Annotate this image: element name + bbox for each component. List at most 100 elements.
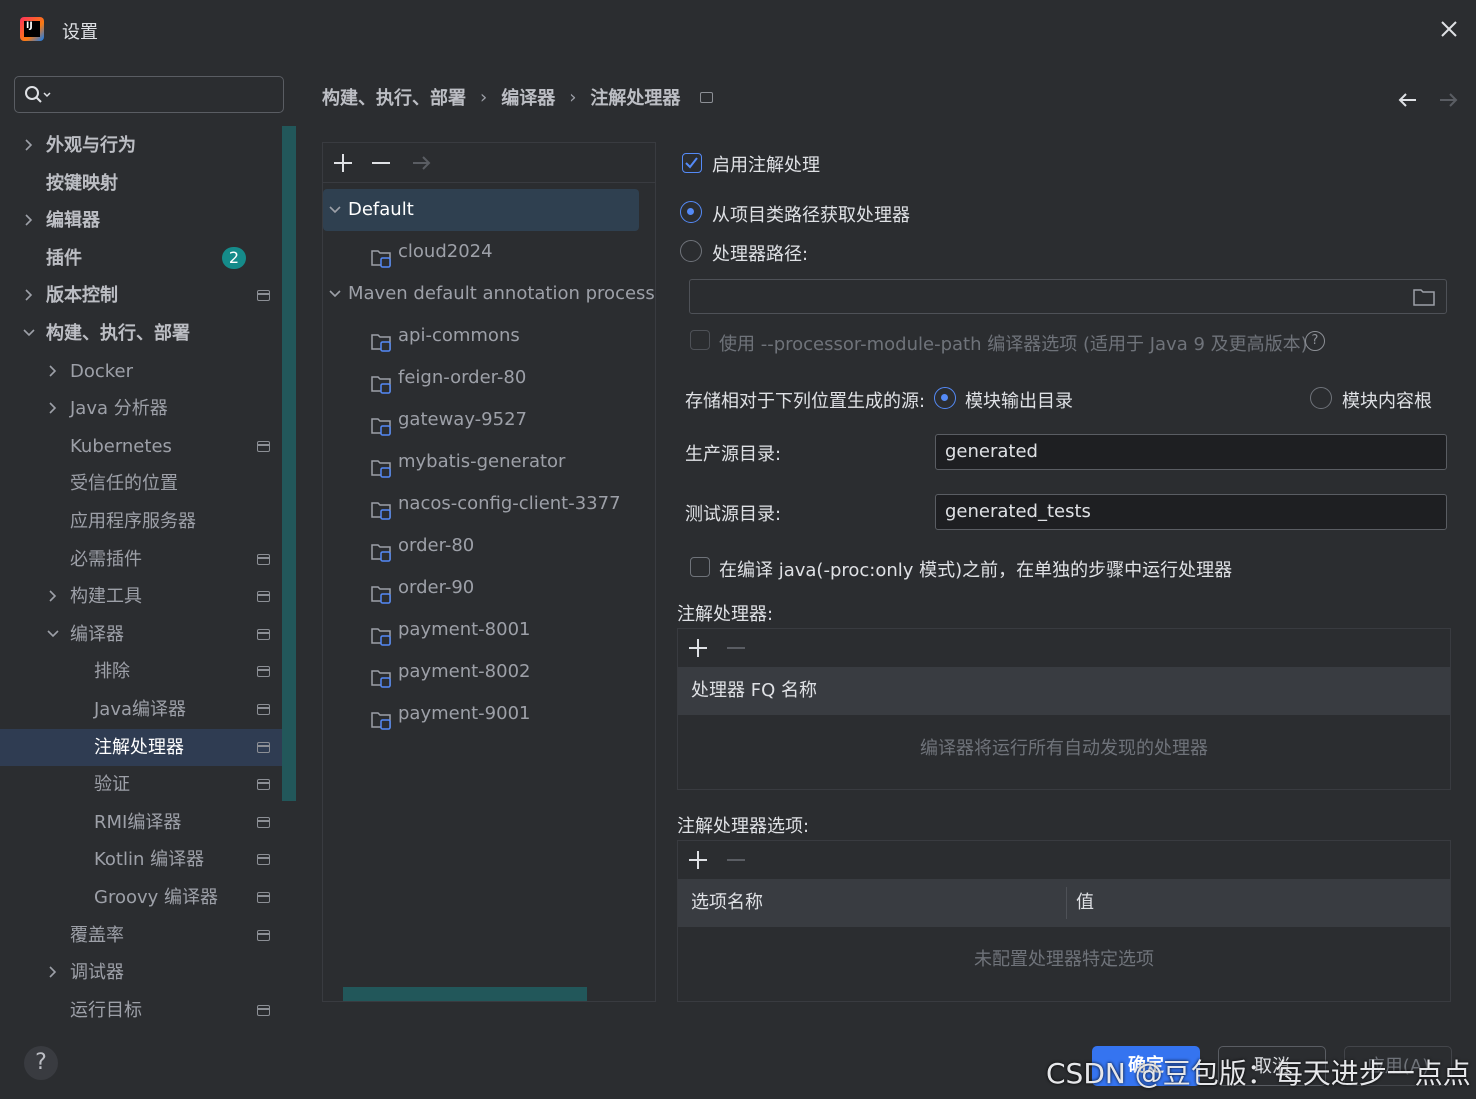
profile-label: Default xyxy=(348,199,414,220)
module-row[interactable]: api-commons xyxy=(323,315,655,357)
help-button[interactable]: ? xyxy=(24,1046,58,1080)
sidebar-scrollbar[interactable] xyxy=(282,126,296,801)
sidebar-item-label: Kotlin 编译器 xyxy=(94,849,205,870)
sidebar-item-label: Docker xyxy=(70,361,134,382)
module-row[interactable]: payment-8001 xyxy=(323,609,655,651)
store-relative-label: 存储相对于下列位置生成的源: xyxy=(685,391,926,412)
processor-path-radio[interactable] xyxy=(680,240,702,262)
pin-icon xyxy=(257,704,270,715)
module-row[interactable]: cloud2024 xyxy=(323,231,655,273)
sidebar-item[interactable]: Java编译器 xyxy=(0,691,296,728)
sidebar-item[interactable]: 调试器 xyxy=(0,954,296,991)
processors-empty-text: 编译器将运行所有自动发现的处理器 xyxy=(920,738,1208,759)
breadcrumb-item[interactable]: 构建、执行、部署 xyxy=(322,84,466,110)
module-output-radio[interactable] xyxy=(934,387,956,409)
module-row[interactable]: order-80 xyxy=(323,525,655,567)
profile-group-row[interactable]: Default xyxy=(323,189,655,231)
sidebar-item[interactable]: 编辑器 xyxy=(0,202,296,239)
sidebar-item[interactable]: 构建工具 xyxy=(0,578,296,615)
search-input[interactable] xyxy=(14,76,284,113)
pin-icon xyxy=(257,817,270,828)
module-label: order-80 xyxy=(398,535,475,556)
arrow-left-icon[interactable] xyxy=(1396,88,1420,117)
module-row[interactable]: nacos-config-client-3377 xyxy=(323,483,655,525)
move-arrow-icon[interactable] xyxy=(409,151,433,175)
module-label: cloud2024 xyxy=(398,241,493,262)
sidebar-item[interactable]: 注解处理器 xyxy=(0,729,296,766)
module-row[interactable]: gateway-9527 xyxy=(323,399,655,441)
profiles-tree: Default cloud2024 Maven default annotation… xyxy=(323,189,656,989)
column-divider[interactable] xyxy=(1066,887,1067,919)
sidebar-item[interactable]: Groovy 编译器 xyxy=(0,879,296,916)
plus-icon[interactable] xyxy=(686,848,710,872)
sidebar-item-label: 注解处理器 xyxy=(94,737,184,758)
pin-icon xyxy=(257,930,270,941)
sidebar-item[interactable]: 排除 xyxy=(0,653,296,690)
column-header[interactable]: 值 xyxy=(1076,879,1094,927)
column-header[interactable]: 处理器 FQ 名称 xyxy=(691,667,817,715)
breadcrumb: 构建、执行、部署 › 编译器 › 注解处理器 xyxy=(322,84,714,110)
close-icon[interactable] xyxy=(1436,16,1462,42)
sidebar-item[interactable]: 按键映射 xyxy=(0,165,296,202)
column-header[interactable]: 选项名称 xyxy=(691,879,763,927)
sidebar-item-label: 插件 xyxy=(46,248,82,269)
plus-icon[interactable] xyxy=(686,636,710,660)
module-row[interactable]: payment-9001 xyxy=(323,693,655,735)
prod-dir-field[interactable]: generated xyxy=(935,434,1447,470)
module-label: api-commons xyxy=(398,325,520,346)
module-row[interactable]: mybatis-generator xyxy=(323,441,655,483)
enable-processing-checkbox[interactable] xyxy=(682,153,702,173)
minus-icon[interactable] xyxy=(724,636,748,660)
pin-icon xyxy=(257,1005,270,1016)
sidebar-item[interactable]: RMI编译器 xyxy=(0,804,296,841)
sidebar-item[interactable]: 运行目标 xyxy=(0,992,296,1029)
plus-icon[interactable] xyxy=(331,151,355,175)
title-bar: IJ 设置 xyxy=(0,0,1476,60)
profile-group-row[interactable]: Maven default annotation processor xyxy=(323,273,656,315)
pin-icon xyxy=(257,779,270,790)
obtain-from-classpath-radio[interactable] xyxy=(680,201,702,223)
sidebar-item[interactable]: 验证 xyxy=(0,766,296,803)
profiles-hscrollbar[interactable] xyxy=(343,987,587,1001)
sidebar-item[interactable]: 应用程序服务器 xyxy=(0,503,296,540)
sidebar-item[interactable]: 版本控制 xyxy=(0,277,296,314)
minus-icon[interactable] xyxy=(369,151,393,175)
sidebar-item[interactable]: Kotlin 编译器 xyxy=(0,841,296,878)
test-dir-field[interactable]: generated_tests xyxy=(935,494,1447,530)
run-separately-checkbox[interactable] xyxy=(690,557,710,577)
sidebar-item[interactable]: 必需插件 xyxy=(0,541,296,578)
sidebar-item-label: 必需插件 xyxy=(70,549,142,570)
sidebar-item[interactable]: 编译器 xyxy=(0,616,296,653)
profile-label: Maven default annotation processor xyxy=(348,283,656,304)
profiles-tree-panel: Default cloud2024 Maven default annotation… xyxy=(322,142,656,1002)
sidebar-item[interactable]: 外观与行为 xyxy=(0,127,296,164)
processors-table: 处理器 FQ 名称 编译器将运行所有自动发现的处理器 xyxy=(677,628,1451,790)
sidebar-item[interactable]: 构建、执行、部署 xyxy=(0,315,296,352)
sidebar-item[interactable]: Java 分析器 xyxy=(0,390,296,427)
module-content-root-radio[interactable] xyxy=(1310,387,1332,409)
folder-icon[interactable] xyxy=(1412,287,1436,312)
sidebar-item-label: 编译器 xyxy=(70,624,124,645)
sidebar-item-label: 应用程序服务器 xyxy=(70,511,196,532)
question-icon[interactable]: ? xyxy=(1305,331,1325,351)
test-dir-label: 测试源目录: xyxy=(685,504,782,525)
pin-icon xyxy=(257,666,270,677)
pin-icon xyxy=(257,854,270,865)
sidebar-item[interactable]: 覆盖率 xyxy=(0,917,296,954)
module-row[interactable]: order-90 xyxy=(323,567,655,609)
sidebar-item[interactable]: Kubernetes xyxy=(0,428,296,465)
arrow-right-icon[interactable] xyxy=(1436,88,1460,117)
module-row[interactable]: feign-order-80 xyxy=(323,357,655,399)
breadcrumb-item: 注解处理器 xyxy=(590,88,681,109)
minus-icon[interactable] xyxy=(724,848,748,872)
sidebar-item[interactable]: 受信任的位置 xyxy=(0,465,296,502)
options-table-title: 注解处理器选项: xyxy=(677,816,810,837)
module-path-option-checkbox[interactable] xyxy=(690,330,710,350)
sidebar-item[interactable]: Docker xyxy=(0,353,296,390)
processor-path-field[interactable] xyxy=(689,279,1447,314)
breadcrumb-item[interactable]: 编译器 xyxy=(501,84,555,110)
module-row[interactable]: payment-8002 xyxy=(323,651,655,693)
module-label: gateway-9527 xyxy=(398,409,527,430)
sidebar-item[interactable]: 插件 2 xyxy=(0,240,296,277)
module-path-option-label: 使用 --processor-module-path 编译器选项 (适用于 Ja… xyxy=(719,334,1308,355)
